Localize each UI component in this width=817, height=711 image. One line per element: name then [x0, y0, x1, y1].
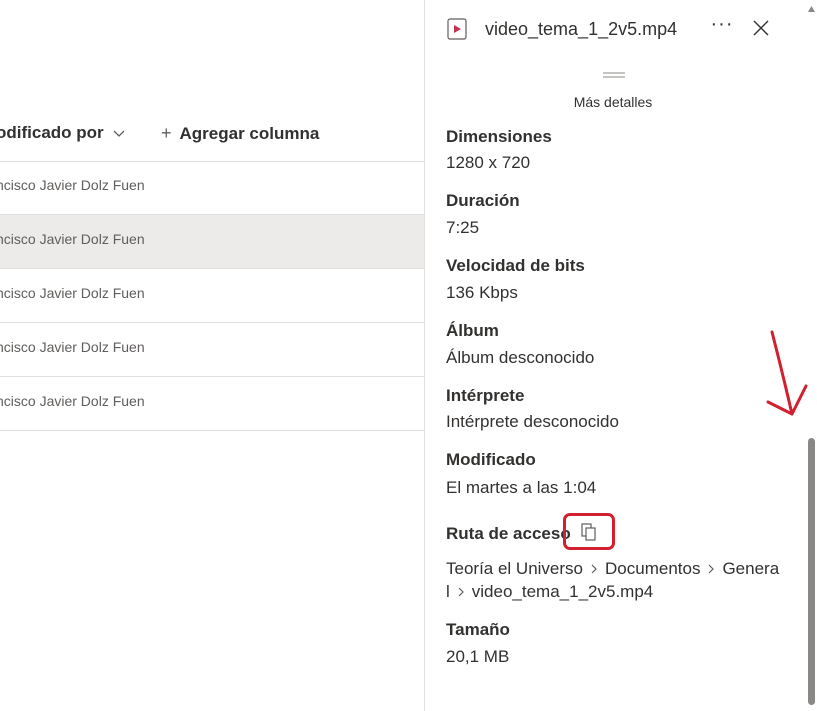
drag-handle-icon[interactable] [603, 71, 625, 79]
dimensions-label: Dimensiones [446, 127, 552, 146]
bitrate-value: 136 Kbps [446, 283, 518, 302]
details-file-name: video_tema_1_2v5.mp4 [485, 19, 678, 39]
chevron-right-icon [709, 564, 715, 574]
size-label: Tamaño [446, 620, 510, 639]
chevron-right-icon [591, 564, 597, 574]
list-header: odificado por + Agregar columna [0, 104, 424, 162]
modified-value: El martes a las 1:04 [446, 478, 597, 497]
more-details-label[interactable]: Más detalles [425, 94, 801, 110]
table-row-selected[interactable]: ncisco Javier Dolz Fuen [0, 215, 424, 269]
path-line-1: Teoría el Universo Documentos Genera [446, 559, 779, 579]
column-header-modified-by[interactable]: odificado por [0, 123, 126, 143]
more-options-button[interactable]: ··· [708, 10, 736, 38]
file-list-pane: odificado por + Agregar columna ncisco J… [0, 0, 424, 711]
table-row[interactable]: ncisco Javier Dolz Fuen [0, 161, 424, 215]
path-segment-folder-cont[interactable]: l [446, 582, 450, 602]
modified-label: Modificado [446, 450, 536, 469]
details-pane: video_tema_1_2v5.mp4 ··· Más detalles Di… [425, 0, 817, 711]
close-icon[interactable] [751, 18, 771, 38]
row-modified-by: ncisco Javier Dolz Fuen [0, 339, 145, 355]
size-value: 20,1 MB [446, 647, 510, 666]
path-segment-library[interactable]: Documentos [605, 559, 700, 579]
plus-icon: + [161, 123, 172, 143]
path-line-2: l video_tema_1_2v5.mp4 [446, 582, 653, 602]
path-segment-folder[interactable]: Genera [722, 559, 779, 579]
duration-label: Duración [446, 191, 520, 210]
artist-label: Intérprete [446, 386, 525, 405]
chevron-right-icon [458, 587, 464, 597]
path-segment-file: video_tema_1_2v5.mp4 [471, 582, 654, 601]
chevron-down-icon [113, 130, 125, 137]
video-file-icon [447, 18, 467, 40]
copy-icon [581, 522, 596, 541]
table-row[interactable]: ncisco Javier Dolz Fuen [0, 269, 424, 323]
red-arrow-annotation [766, 330, 808, 416]
add-column-label: Agregar columna [179, 123, 320, 143]
album-label: Álbum [446, 321, 499, 340]
row-modified-by: ncisco Javier Dolz Fuen [0, 393, 145, 409]
scrollbar-thumb[interactable] [808, 438, 815, 705]
path-segment-site[interactable]: Teoría el Universo [446, 559, 583, 579]
album-value: Álbum desconocido [446, 348, 595, 367]
column-header-modified-by-label: odificado por [0, 123, 104, 142]
bitrate-label: Velocidad de bits [446, 256, 585, 275]
table-row[interactable]: ncisco Javier Dolz Fuen [0, 377, 424, 431]
duration-value: 7:25 [446, 218, 480, 237]
scroll-up-arrow-icon[interactable] [808, 6, 815, 12]
row-modified-by: ncisco Javier Dolz Fuen [0, 177, 145, 193]
row-modified-by: ncisco Javier Dolz Fuen [0, 231, 145, 247]
path-label: Ruta de acceso [446, 524, 571, 543]
table-row[interactable]: ncisco Javier Dolz Fuen [0, 323, 424, 377]
row-modified-by: ncisco Javier Dolz Fuen [0, 285, 145, 301]
artist-value: Intérprete desconocido [446, 412, 619, 431]
list-rows: ncisco Javier Dolz Fuen ncisco Javier Do… [0, 161, 424, 431]
dimensions-value: 1280 x 720 [446, 153, 531, 172]
copy-path-button[interactable] [563, 513, 615, 550]
add-column-button[interactable]: + Agregar columna [161, 123, 319, 144]
